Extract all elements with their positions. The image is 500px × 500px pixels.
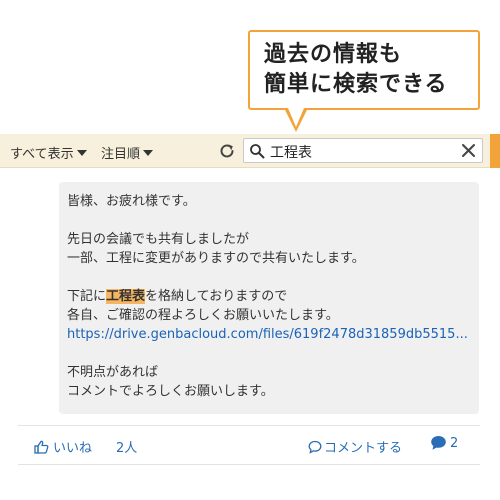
search-icon: [250, 144, 265, 159]
side-panel-tab[interactable]: [490, 134, 500, 168]
message-bubble: 皆様、お疲れ様です。 先日の会議でも共有しましたが 一部、工程に変更がありますの…: [59, 182, 479, 414]
comment-label: コメントする: [324, 441, 403, 456]
like-label: いいね: [53, 441, 93, 456]
comment-button[interactable]: コメントする: [308, 437, 402, 456]
message-line: 下記に工程表を格納しておりますので: [67, 289, 288, 304]
chevron-down-icon: [143, 149, 154, 156]
file-link[interactable]: https://drive.genbacloud.com/files/619f2…: [67, 325, 471, 344]
like-count[interactable]: 2人: [116, 437, 137, 456]
message-line: 一部、工程に変更がありますので共有いたします。: [67, 251, 365, 266]
close-icon[interactable]: [460, 142, 477, 159]
speech-bubble-icon: [308, 440, 322, 454]
callout-tail: [288, 108, 304, 127]
feed-toolbar: すべて表示 注目順 工程表: [0, 134, 490, 168]
sort-label: 注目順: [101, 147, 141, 162]
sort-dropdown[interactable]: 注目順: [101, 143, 154, 162]
callout-bubble: 過去の情報も 簡単に検索できる: [248, 30, 480, 110]
post-actions: いいね 2人 コメントする 2: [18, 425, 480, 465]
callout-line-2: 簡単に検索できる: [264, 72, 448, 97]
comment-count[interactable]: 2: [430, 435, 458, 451]
filter-dropdown[interactable]: すべて表示: [10, 143, 87, 162]
search-highlight: 工程表: [106, 289, 146, 304]
comment-filled-icon: [431, 436, 446, 450]
message-line: 各自、ご確認の程よろしくお願いいたします。: [67, 308, 339, 323]
like-button[interactable]: いいね: [34, 437, 92, 456]
filter-label: すべて表示: [10, 147, 74, 162]
callout-line-1: 過去の情報も: [264, 42, 403, 67]
message-line: 皆様、お疲れ様です。: [67, 194, 196, 209]
refresh-icon[interactable]: [218, 142, 236, 160]
chevron-down-icon: [76, 149, 87, 156]
thumbs-up-icon: [34, 440, 49, 454]
message-line: 不明点があれば: [67, 365, 159, 380]
search-input[interactable]: 工程表: [243, 138, 483, 163]
post-card: 皆様、お疲れ様です。 先日の会議でも共有しましたが 一部、工程に変更がありますの…: [18, 170, 480, 480]
comment-count-value: 2: [450, 435, 459, 451]
message-line: 先日の会議でも共有しましたが: [67, 232, 250, 247]
message-line: コメントでよろしくお願いします。: [67, 384, 274, 399]
search-value: 工程表: [270, 145, 312, 161]
